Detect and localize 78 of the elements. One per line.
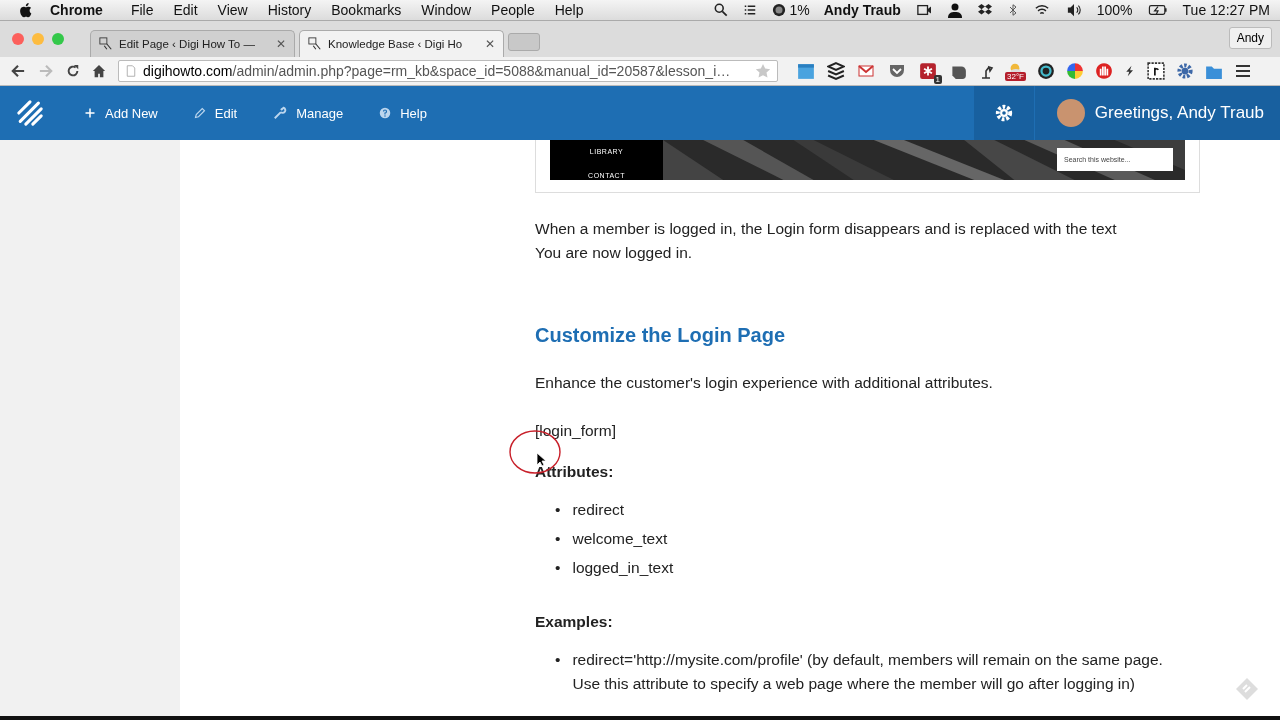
gear-icon [1176, 62, 1194, 80]
apple-icon [20, 2, 34, 18]
close-button[interactable] [12, 33, 24, 45]
bullet: • [555, 500, 561, 520]
section-heading: Customize the Login Page [535, 323, 787, 347]
star-icon [755, 63, 771, 79]
paragraph: [login_form] [535, 421, 617, 441]
lens-icon [1037, 62, 1055, 80]
asterisk-icon [918, 62, 938, 80]
user-name[interactable]: Andy Traub [823, 2, 901, 18]
camera-icon [914, 3, 933, 17]
page-icon [125, 64, 137, 78]
layers-icon [827, 62, 845, 80]
bullet: • [555, 529, 561, 549]
plus-icon [84, 107, 96, 119]
menu-item[interactable]: People [491, 2, 535, 18]
admin-menu-item[interactable]: Help [361, 105, 445, 121]
menu-item[interactable]: View [217, 2, 248, 18]
greeting: Greetings, Andy Traub [1094, 103, 1265, 123]
color-wheel-icon [1066, 62, 1084, 80]
list-item: welcome_text [572, 529, 668, 549]
battery-reading: 100% [1096, 2, 1133, 18]
new-tab-button[interactable] [508, 33, 540, 51]
paragraph: When a member is logged in, the Login form disappears and is replaced with the text You are now logged in. [535, 219, 1118, 263]
back-icon [10, 64, 26, 78]
tag-icon[interactable] [1234, 676, 1260, 702]
cpu-reading: 1% [789, 2, 810, 18]
settings-icon [994, 104, 1013, 122]
close-tab-icon[interactable]: ✕ [276, 37, 286, 51]
minimize-button[interactable] [32, 33, 44, 45]
admin-menu-item[interactable]: Edit [175, 105, 256, 121]
bullet: • [555, 650, 561, 670]
list-item: logged_in_text [572, 558, 674, 578]
stripes-logo-icon [16, 99, 44, 127]
wrench-icon [273, 106, 288, 120]
label: Attributes: [535, 462, 615, 482]
menu-icon [1234, 63, 1252, 79]
reload-icon [66, 64, 80, 78]
search-icon [713, 3, 728, 17]
avatar[interactable] [1056, 99, 1085, 127]
weather-badge[interactable]: 32°F [1005, 71, 1026, 81]
hand-icon [1095, 62, 1113, 80]
mail-icon [856, 63, 876, 79]
gauge-icon [771, 3, 786, 17]
frame-icon [1147, 62, 1165, 80]
home-icon [92, 64, 106, 78]
dropbox-icon [976, 3, 993, 17]
maximize-button[interactable] [52, 33, 64, 45]
close-tab-icon[interactable]: ✕ [485, 37, 495, 51]
profile-button[interactable]: Andy [1228, 27, 1272, 49]
menu-item[interactable]: File [130, 2, 154, 18]
address-bar[interactable]: digihowto.com/admin/admin.php?page=rm_kb&space_id=5088&manual_id=20587&lesson_i… [118, 60, 778, 82]
forward-icon [38, 64, 54, 78]
menu-item[interactable]: History [267, 2, 312, 18]
menu-item[interactable]: Bookmarks [331, 2, 402, 18]
list-item: redirect [572, 500, 625, 520]
menu-item[interactable]: Window [421, 2, 472, 18]
menu-item[interactable]: Help [554, 2, 584, 18]
help-icon [379, 107, 392, 119]
admin-menu-item[interactable]: Manage [255, 105, 362, 121]
clock: Tue 12:27 PM [1182, 2, 1270, 18]
pocket-icon [887, 63, 907, 79]
pencil-icon [193, 107, 206, 119]
calendar-icon [796, 62, 816, 80]
paragraph: Enhance the customer's login experience with additional attributes. [535, 373, 994, 393]
list-item: redirect='http://mysite.com/profile' (by default, members will remain on the same page. Use this attribute to specify a web page where the member will go after logging in) [572, 650, 1164, 694]
favicon-icon [308, 37, 322, 51]
browser-tab[interactable]: Knowledge Base ‹ Digi Ho ✕ [299, 30, 504, 57]
menu-item[interactable]: Edit [173, 2, 198, 18]
app-menu[interactable]: Chrome [50, 2, 103, 18]
browser-tab[interactable]: Edit Page ‹ Digi How To — ✕ [90, 30, 295, 57]
admin-menu-item[interactable]: Add New [66, 105, 176, 121]
favicon-icon [99, 37, 113, 51]
bullet: • [555, 558, 561, 578]
label: Examples: [535, 612, 614, 632]
person-icon [946, 2, 963, 18]
cursor-icon [536, 452, 546, 467]
battery-icon [1146, 4, 1169, 16]
